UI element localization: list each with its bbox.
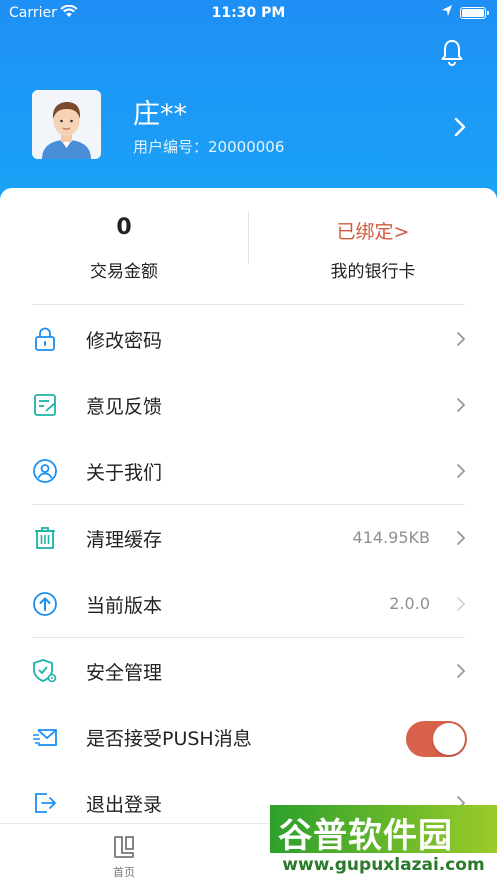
- menu-label: 退出登录: [86, 794, 163, 816]
- content-card: 0 交易金额 已绑定> 我的银行卡 修改密码 意见反馈 关于我们 清理缓存 41…: [0, 188, 497, 883]
- menu-item-security[interactable]: 安全管理: [0, 638, 497, 704]
- chevron-right-icon: [456, 397, 466, 413]
- transaction-amount-label: 交易金额: [90, 262, 158, 282]
- lock-icon: [32, 326, 58, 352]
- trash-icon: [32, 525, 58, 551]
- shield-gear-icon: [32, 658, 58, 684]
- bank-card-stat[interactable]: 已绑定> 我的银行卡: [249, 188, 497, 282]
- menu-label: 是否接受PUSH消息: [86, 728, 252, 750]
- push-toggle[interactable]: [406, 721, 467, 757]
- menu-label: 关于我们: [86, 462, 163, 484]
- user-id-label: 用户编号：: [133, 138, 209, 156]
- user-circle-icon: [32, 458, 58, 484]
- upload-circle-icon: [32, 591, 58, 617]
- menu-label: 修改密码: [86, 330, 163, 352]
- profile-chevron-icon[interactable]: [453, 116, 467, 138]
- transaction-amount-value: 0: [116, 215, 132, 240]
- chevron-right-icon: [456, 331, 466, 347]
- watermark-title: 谷普软件园: [278, 816, 453, 856]
- menu-item-change-password[interactable]: 修改密码: [0, 306, 497, 372]
- bank-card-status: 已绑定>: [336, 221, 410, 243]
- transaction-amount-stat[interactable]: 0 交易金额: [0, 188, 248, 282]
- menu-item-feedback[interactable]: 意见反馈: [0, 372, 497, 438]
- tab-home[interactable]: 首页: [0, 824, 248, 883]
- cache-size-value: 414.95KB: [352, 528, 430, 547]
- menu-label: 意见反馈: [86, 396, 163, 418]
- chevron-right-icon: [456, 596, 466, 612]
- message-icon: [32, 724, 58, 750]
- status-bar: Carrier 11:30 PM: [0, 0, 497, 26]
- watermark-banner: 谷普软件园: [270, 805, 497, 856]
- home-icon: [110, 833, 138, 861]
- version-value: 2.0.0: [389, 594, 430, 613]
- bank-card-label: 我的银行卡: [330, 262, 416, 282]
- menu-label: 安全管理: [86, 662, 163, 684]
- logout-icon: [32, 790, 58, 816]
- user-name: 庄**: [133, 99, 187, 130]
- status-time: 11:30 PM: [211, 5, 286, 21]
- chevron-right-icon: [456, 663, 466, 679]
- menu-item-push-messages: 是否接受PUSH消息: [0, 704, 497, 770]
- watermark: 谷普软件园 www.gupuxlazai.com: [270, 805, 497, 883]
- user-id-value: 20000006: [208, 138, 285, 156]
- menu-item-about-us[interactable]: 关于我们: [0, 438, 497, 504]
- location-arrow-icon: [441, 4, 453, 22]
- watermark-url: www.gupuxlazai.com: [282, 855, 485, 875]
- stats-separator: [32, 304, 465, 305]
- menu-label: 清理缓存: [86, 529, 163, 551]
- menu-item-current-version[interactable]: 当前版本 2.0.0: [0, 571, 497, 637]
- toggle-knob: [433, 723, 465, 755]
- menu-item-clear-cache[interactable]: 清理缓存 414.95KB: [0, 505, 497, 571]
- battery-icon: [460, 7, 489, 19]
- user-id-row: 用户编号：20000006: [133, 136, 284, 157]
- feedback-icon: [32, 392, 58, 418]
- menu-label: 当前版本: [86, 595, 163, 617]
- avatar[interactable]: [32, 90, 101, 159]
- chevron-right-icon: [456, 530, 466, 546]
- tab-home-label: 首页: [113, 866, 135, 879]
- chevron-right-icon: [456, 463, 466, 479]
- bell-icon[interactable]: [440, 38, 464, 66]
